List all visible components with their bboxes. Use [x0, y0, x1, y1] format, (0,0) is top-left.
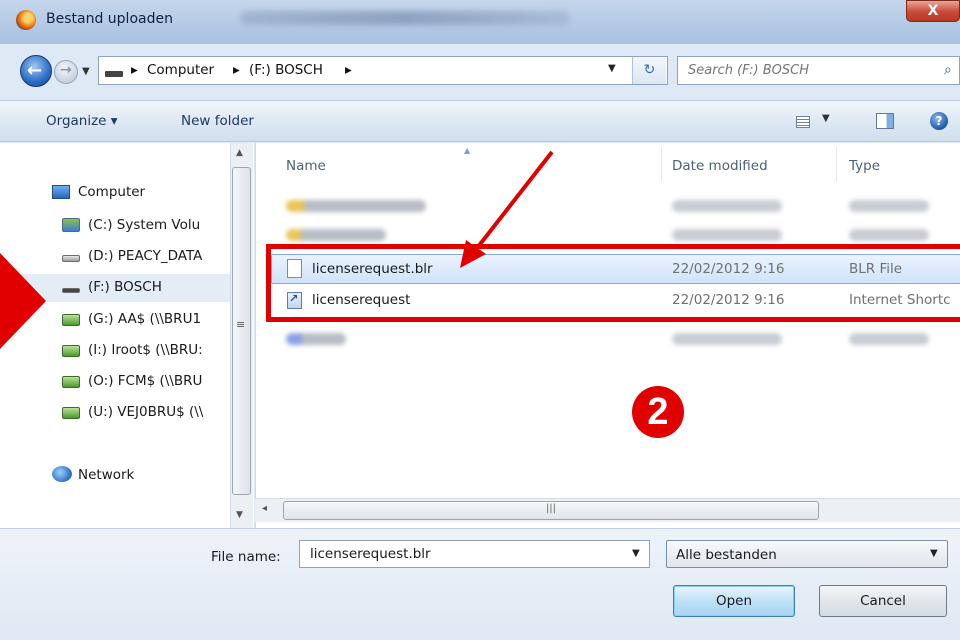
network-drive-icon — [62, 314, 80, 326]
nav-item-drive-u[interactable]: (U:) VEJ0BRU$ (\\ — [88, 404, 230, 420]
nav-item-drive-f[interactable]: (F:) BOSCH — [88, 279, 230, 295]
breadcrumb-separator-icon[interactable]: ▸ — [131, 62, 138, 78]
recent-pages-dropdown-icon[interactable]: ▼ — [82, 66, 92, 77]
blurred-type — [849, 200, 929, 212]
search-icon[interactable]: ⌕ — [944, 62, 952, 78]
views-icon[interactable] — [796, 116, 810, 128]
nav-item-drive-g[interactable]: (G:) AA$ (\\BRU1 — [88, 311, 230, 327]
network-drive-icon — [62, 345, 80, 357]
address-bar[interactable]: ▸ Computer ▸ (F:) BOSCH ▸ — [98, 56, 668, 85]
nav-item-drive-i[interactable]: (I:) Iroot$ (\\BRU: — [88, 342, 230, 358]
blurred-file-row[interactable] — [286, 229, 386, 241]
computer-icon — [52, 185, 70, 199]
views-dropdown-icon[interactable]: ▼ — [822, 113, 830, 124]
close-button[interactable]: X — [906, 0, 960, 22]
breadcrumb-separator-icon[interactable]: ▸ — [345, 62, 352, 78]
column-header-name[interactable]: Name — [286, 158, 326, 174]
file-name-combobox[interactable] — [299, 540, 650, 568]
nav-item-drive-o[interactable]: (O:) FCM$ (\\BRU — [88, 373, 230, 389]
nav-item-drive-c[interactable]: (C:) System Volu — [88, 217, 230, 233]
search-box[interactable] — [677, 56, 960, 85]
column-header-type[interactable]: Type — [849, 158, 880, 174]
column-divider[interactable] — [661, 147, 662, 181]
firefox-icon — [16, 10, 36, 30]
column-header-date[interactable]: Date modified — [672, 158, 768, 174]
help-icon[interactable]: ? — [930, 112, 948, 130]
organize-button[interactable]: Organize ▾ — [46, 113, 118, 129]
forward-button[interactable]: → — [54, 60, 78, 84]
grip-icon: ≡ — [236, 318, 246, 331]
nav-item-network[interactable]: Network — [78, 467, 134, 483]
scroll-left-icon[interactable]: ◂ — [262, 503, 267, 514]
arrow-shaft — [472, 150, 554, 254]
new-folder-button[interactable]: New folder — [181, 113, 254, 129]
background-menu-blur — [240, 11, 570, 25]
drive-icon — [105, 71, 123, 77]
system-drive-icon — [62, 218, 80, 232]
search-input[interactable] — [678, 57, 928, 84]
breadcrumb-separator-icon[interactable]: ▸ — [233, 62, 240, 78]
cancel-button[interactable]: Cancel — [819, 585, 947, 617]
back-arrow-icon: ← — [27, 60, 43, 81]
command-bar — [0, 100, 960, 142]
file-type-value: Alle bestanden — [676, 547, 777, 563]
blurred-date — [672, 200, 782, 212]
horizontal-scroll-thumb[interactable]: ||| — [283, 501, 819, 520]
blurred-file-row[interactable] — [286, 333, 346, 345]
breadcrumb-computer[interactable]: Computer — [147, 62, 214, 78]
refresh-icon: ↻ — [643, 62, 656, 78]
breadcrumb-drive[interactable]: (F:) BOSCH — [249, 62, 323, 78]
network-drive-icon — [62, 376, 80, 388]
network-icon — [52, 466, 72, 482]
column-divider[interactable] — [836, 147, 837, 181]
address-dropdown-icon[interactable]: ▼ — [608, 63, 616, 74]
file-name-label: File name: — [211, 549, 281, 565]
drive-icon — [62, 255, 80, 262]
nav-item-drive-d[interactable]: (D:) PEACY_DATA — [88, 248, 230, 264]
window-title: Bestand uploaden — [46, 11, 173, 27]
blurred-date — [672, 333, 782, 345]
navigation-scroll-thumb[interactable]: ≡ — [232, 167, 251, 495]
pointer-arrow-icon — [0, 253, 46, 349]
blurred-date — [672, 229, 782, 241]
file-name-input[interactable] — [300, 541, 620, 567]
scroll-down-icon[interactable]: ▼ — [236, 510, 243, 520]
arrow-annotation — [460, 150, 554, 268]
drive-icon — [62, 288, 80, 293]
highlight-box — [266, 244, 960, 322]
blurred-type — [849, 333, 929, 345]
refresh-button[interactable]: ↻ — [632, 57, 666, 84]
scroll-up-icon[interactable]: ▲ — [236, 148, 243, 158]
file-name-dropdown-icon[interactable]: ▼ — [632, 548, 640, 559]
preview-pane-icon[interactable] — [876, 113, 894, 129]
back-button[interactable]: ← — [20, 55, 52, 87]
step-badge: 2 — [632, 386, 684, 438]
blurred-type — [849, 229, 929, 241]
nav-item-computer[interactable]: Computer — [78, 184, 145, 200]
forward-arrow-icon: → — [60, 62, 72, 78]
file-type-dropdown-icon[interactable]: ▼ — [930, 548, 938, 559]
network-drive-icon — [62, 407, 80, 419]
open-button[interactable]: Open — [673, 585, 795, 617]
blurred-file-row[interactable] — [286, 200, 426, 212]
